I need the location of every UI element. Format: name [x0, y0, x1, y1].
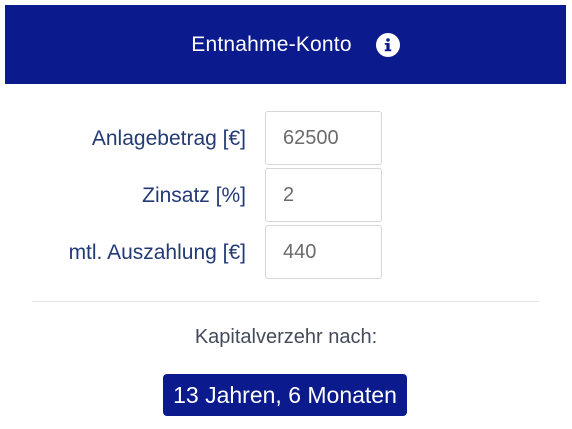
entnahme-konto-widget: Entnahme-Konto Anlagebetrag [€] Zinsatz …	[0, 0, 572, 429]
header-bar: Entnahme-Konto	[5, 5, 566, 84]
field-row-anlagebetrag: Anlagebetrag [€]	[0, 111, 572, 167]
auszahlung-input[interactable]	[265, 225, 382, 279]
result-badge: 13 Jahren, 6 Monaten	[163, 374, 407, 416]
zinsatz-label: Zinsatz [%]	[142, 184, 246, 207]
anlagebetrag-input[interactable]	[265, 111, 382, 165]
divider	[32, 301, 539, 302]
info-icon-glyph	[384, 37, 391, 51]
info-icon[interactable]	[375, 32, 400, 57]
zinsatz-input[interactable]	[265, 168, 382, 222]
result-label: Kapitalverzehr nach:	[194, 326, 378, 348]
header-title: Entnahme-Konto	[191, 32, 352, 56]
auszahlung-label: mtl. Auszahlung [€]	[68, 241, 246, 264]
field-row-zinsatz: Zinsatz [%]	[0, 168, 572, 224]
field-row-auszahlung: mtl. Auszahlung [€]	[0, 225, 572, 281]
anlagebetrag-label: Anlagebetrag [€]	[91, 127, 246, 150]
